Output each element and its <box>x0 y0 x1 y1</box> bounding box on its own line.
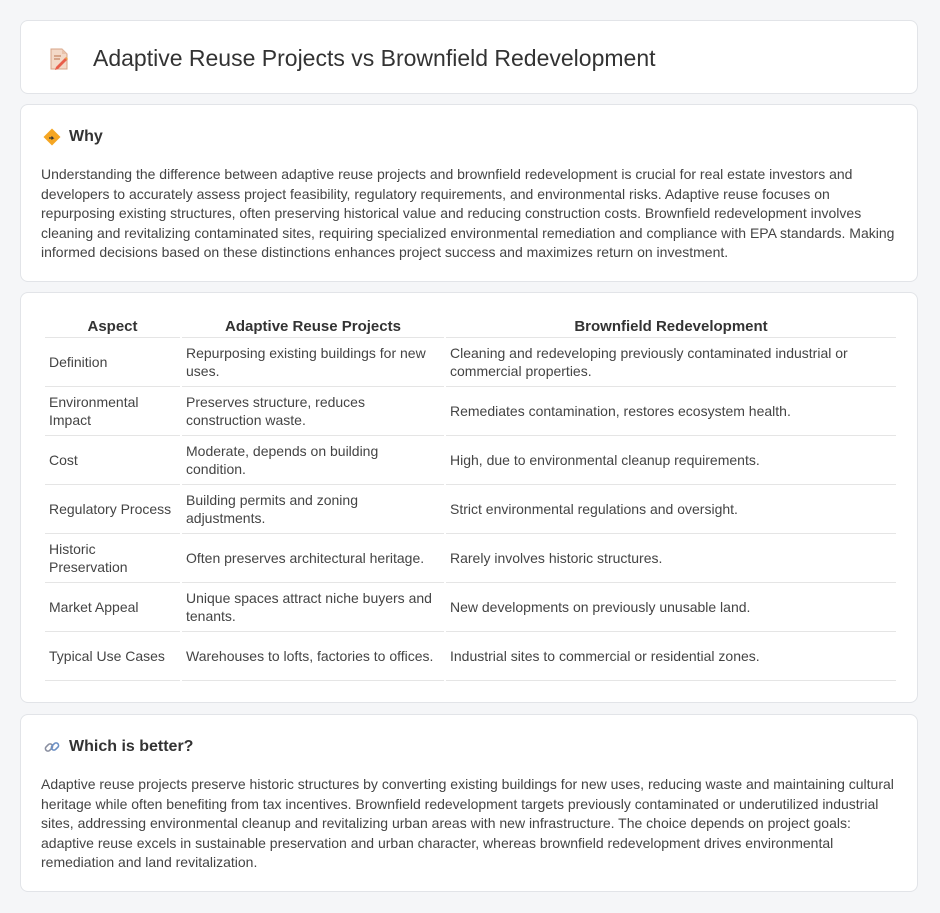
table-row: Definition Repurposing existing building… <box>45 338 896 387</box>
page-title: Adaptive Reuse Projects vs Brownfield Re… <box>93 45 656 71</box>
header-aspect: Aspect <box>45 315 180 338</box>
cell-adaptive: Warehouses to lofts, factories to office… <box>182 632 444 681</box>
cell-adaptive: Repurposing existing buildings for new u… <box>182 338 444 387</box>
table-row: Typical Use Cases Warehouses to lofts, f… <box>45 632 896 681</box>
cell-brownfield: High, due to environmental cleanup requi… <box>446 436 896 485</box>
cell-brownfield: Strict environmental regulations and ove… <box>446 485 896 534</box>
table-row: Regulatory Process Building permits and … <box>45 485 896 534</box>
better-heading: Which is better? <box>69 738 194 755</box>
cell-brownfield: Rarely involves historic structures. <box>446 534 896 583</box>
table-header-row: Aspect Adaptive Reuse Projects Brownfiel… <box>45 315 896 338</box>
cell-adaptive: Preserves structure, reduces constructio… <box>182 387 444 436</box>
cell-aspect: Regulatory Process <box>45 485 180 534</box>
header-card: Adaptive Reuse Projects vs Brownfield Re… <box>20 20 918 94</box>
table-row: Environmental Impact Preserves structure… <box>45 387 896 436</box>
better-text: Adaptive reuse projects preserve histori… <box>41 776 894 871</box>
cell-adaptive: Unique spaces attract niche buyers and t… <box>182 583 444 632</box>
why-heading-row: Why <box>43 127 103 147</box>
diamond-sign-icon <box>43 128 61 146</box>
cell-aspect: Historic Preservation <box>45 534 180 583</box>
cell-aspect: Cost <box>45 436 180 485</box>
document-pencil-icon <box>50 48 68 70</box>
comparison-table-card: Aspect Adaptive Reuse Projects Brownfiel… <box>20 292 918 703</box>
cell-aspect: Typical Use Cases <box>45 632 180 681</box>
why-text: Understanding the difference between ada… <box>41 166 895 261</box>
why-section: Why Understanding the difference between… <box>20 104 918 282</box>
cell-brownfield: New developments on previously unusable … <box>446 583 896 632</box>
header-adaptive-reuse: Adaptive Reuse Projects <box>182 315 444 338</box>
cell-brownfield: Remediates contamination, restores ecosy… <box>446 387 896 436</box>
header-brownfield: Brownfield Redevelopment <box>446 315 896 338</box>
table-row: Cost Moderate, depends on building condi… <box>45 436 896 485</box>
cell-adaptive: Building permits and zoning adjustments. <box>182 485 444 534</box>
which-is-better-section: Which is better? Adaptive reuse projects… <box>20 714 918 892</box>
cell-adaptive: Moderate, depends on building condition. <box>182 436 444 485</box>
better-heading-row: Which is better? <box>43 737 193 757</box>
cell-aspect: Market Appeal <box>45 583 180 632</box>
link-icon <box>44 742 60 752</box>
cell-aspect: Environmental Impact <box>45 387 180 436</box>
table-row: Historic Preservation Often preserves ar… <box>45 534 896 583</box>
table-row: Market Appeal Unique spaces attract nich… <box>45 583 896 632</box>
comparison-table: Aspect Adaptive Reuse Projects Brownfiel… <box>43 315 898 681</box>
cell-brownfield: Industrial sites to commercial or reside… <box>446 632 896 681</box>
cell-aspect: Definition <box>45 338 180 387</box>
cell-adaptive: Often preserves architectural heritage. <box>182 534 444 583</box>
cell-brownfield: Cleaning and redeveloping previously con… <box>446 338 896 387</box>
why-heading: Why <box>69 128 103 145</box>
